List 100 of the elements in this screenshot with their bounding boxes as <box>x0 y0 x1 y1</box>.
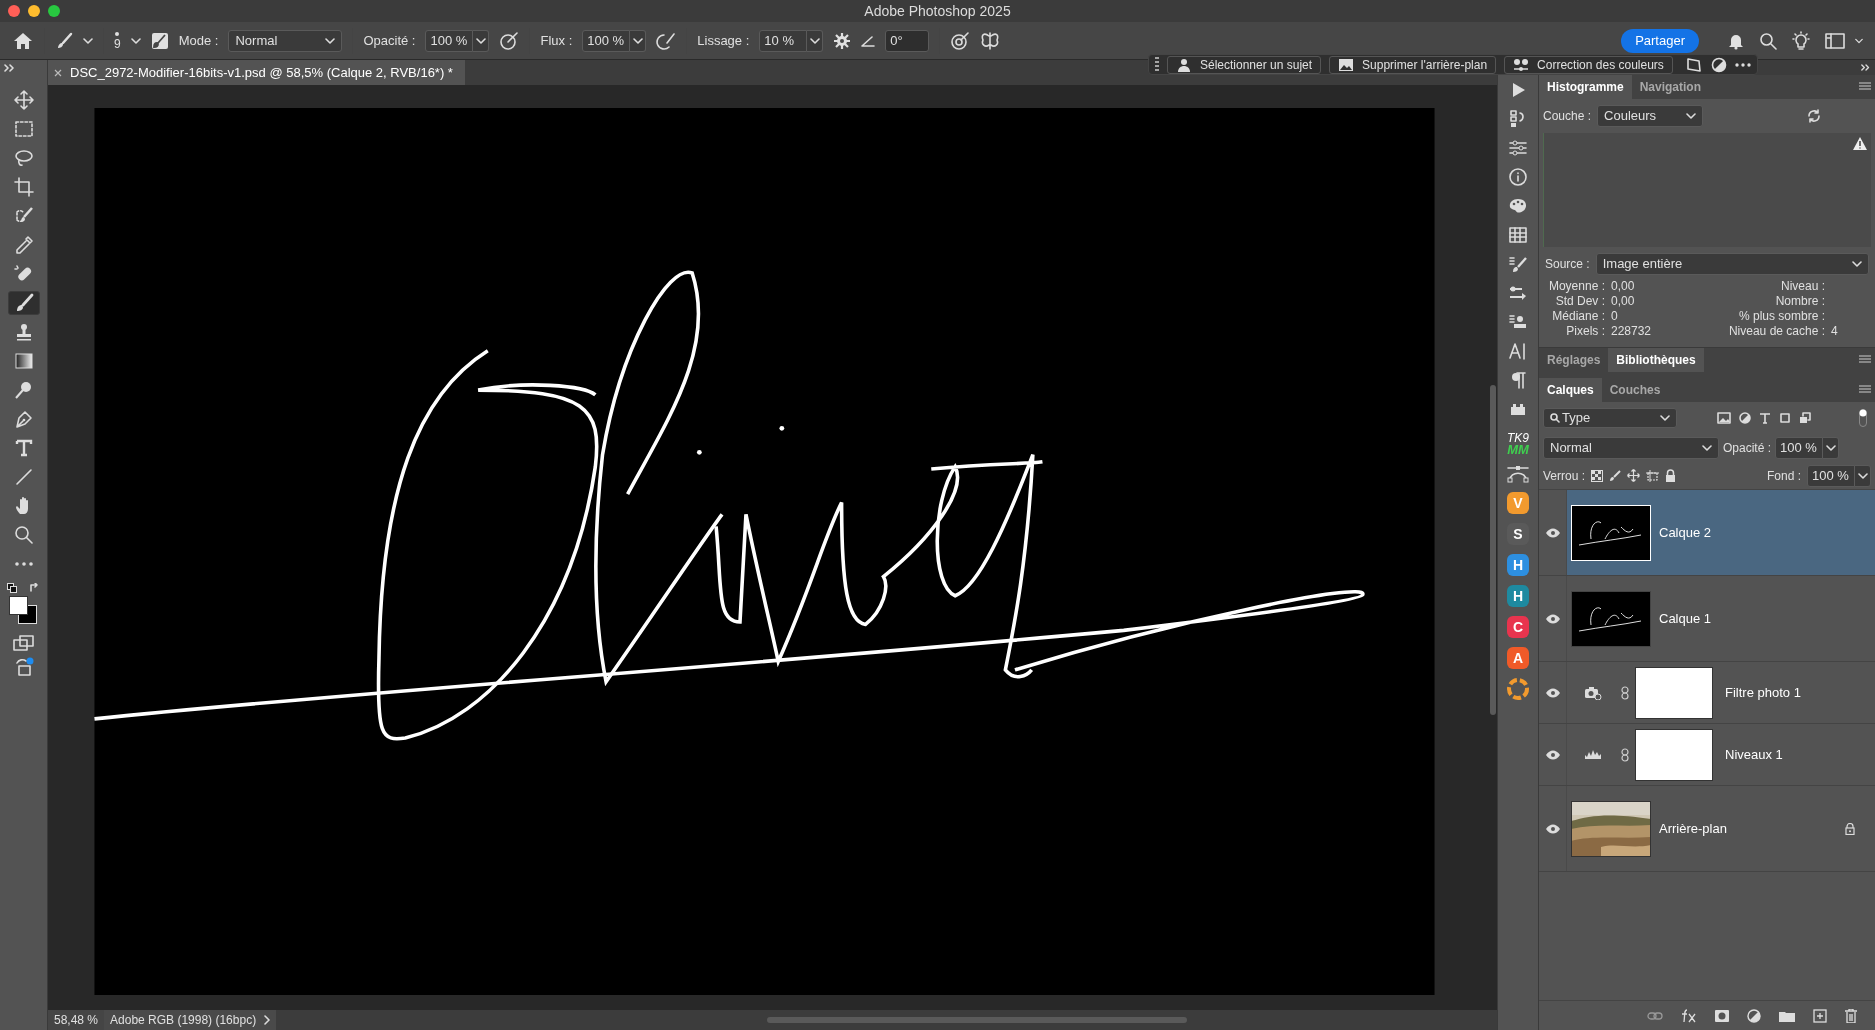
minimize-button[interactable] <box>28 5 40 17</box>
layer-row[interactable]: Calque 2 <box>1539 490 1875 576</box>
eye-icon[interactable] <box>1544 613 1561 624</box>
layer-row[interactable]: Filtre photo 1 <box>1539 662 1875 724</box>
drag-handle-icon[interactable] <box>1155 55 1159 74</box>
shape-filter-icon[interactable] <box>1779 412 1791 424</box>
filter-toggle-icon[interactable] <box>1859 409 1867 427</box>
home-icon[interactable] <box>12 30 34 51</box>
panel-menu-icon[interactable] <box>1859 355 1871 365</box>
layer-mask-thumbnail[interactable] <box>1635 728 1713 781</box>
expand-icon[interactable] <box>4 64 16 72</box>
search-icon[interactable] <box>1759 31 1777 50</box>
pressure-size-icon[interactable] <box>950 30 971 51</box>
lock-pixels-icon[interactable] <box>1591 469 1604 482</box>
angle-field[interactable]: 0° <box>885 29 930 52</box>
layer-mask-icon[interactable] <box>1715 1009 1729 1022</box>
brush-tool[interactable] <box>7 291 40 315</box>
smoothing-field[interactable]: 10 % <box>759 29 808 52</box>
panel-tab[interactable]: Réglages <box>1539 348 1609 372</box>
panel-tab[interactable]: Couches <box>1601 378 1669 402</box>
share-button[interactable]: Partager <box>1621 28 1699 53</box>
lock-all-icon[interactable] <box>1665 469 1677 482</box>
type-filter-icon[interactable] <box>1759 412 1771 424</box>
flow-field[interactable]: 100 % <box>582 29 631 52</box>
lock-artboard-icon[interactable] <box>1646 469 1660 482</box>
plugin-button[interactable]: S <box>1507 523 1529 545</box>
dropdown-button[interactable] <box>1823 437 1840 459</box>
lock-paint-icon[interactable] <box>1609 469 1622 482</box>
pixel-filter-icon[interactable] <box>1717 412 1731 424</box>
symmetry-icon[interactable] <box>980 30 1001 51</box>
brush-icon[interactable] <box>55 31 73 50</box>
zoom-window-button[interactable] <box>48 5 60 17</box>
info-icon[interactable] <box>1508 167 1528 187</box>
lightbulb-icon[interactable] <box>1791 30 1811 51</box>
link-layers-icon[interactable] <box>1647 1011 1663 1020</box>
more-icon[interactable] <box>1734 62 1751 67</box>
brush-settings-icon[interactable] <box>150 31 169 50</box>
mode-dropdown[interactable]: Normal <box>228 29 343 52</box>
brush-presets-icon[interactable] <box>1508 254 1528 274</box>
filter-dropdown[interactable]: Type <box>1543 408 1677 428</box>
fx-icon[interactable] <box>1681 1008 1697 1023</box>
bezier-icon[interactable] <box>1507 465 1529 483</box>
panel-tab[interactable]: Calques <box>1539 378 1602 402</box>
panel-menu-icon[interactable] <box>1859 82 1871 92</box>
layer-row[interactable]: Niveaux 1 <box>1539 724 1875 786</box>
layer-mask-thumbnail[interactable] <box>1635 666 1713 719</box>
plugin-button[interactable]: H <box>1507 585 1529 607</box>
aperture-icon[interactable] <box>1507 678 1529 700</box>
layer-row[interactable]: Arrière-plan <box>1539 786 1875 872</box>
source-dropdown[interactable]: Image entière <box>1595 253 1869 275</box>
fill-field[interactable]: 100 % <box>1807 464 1855 487</box>
task-bar-button[interactable]: Supprimer l'arrière-plan <box>1329 55 1497 74</box>
lock-position-icon[interactable] <box>1627 469 1641 482</box>
scrollbar-thumb[interactable] <box>1490 385 1496 715</box>
folder-icon[interactable] <box>1779 1009 1795 1022</box>
transform-icon[interactable] <box>1684 55 1703 74</box>
adjustment-layer-icon[interactable] <box>1747 1008 1761 1023</box>
default-colors-icon[interactable] <box>6 583 17 593</box>
grid-icon[interactable] <box>1508 225 1528 245</box>
task-bar-button[interactable]: Sélectionner un sujet <box>1167 55 1322 74</box>
layer-row[interactable]: Calque 1 <box>1539 576 1875 662</box>
plugin-button[interactable]: TK9 MM <box>1507 432 1529 456</box>
opacity-field[interactable]: 100 % <box>425 29 474 52</box>
channel-dropdown[interactable]: Couleurs <box>1597 105 1704 127</box>
eye-icon[interactable] <box>1544 687 1561 698</box>
task-bar-button[interactable]: Correction des couleurs <box>1504 55 1673 74</box>
plugin-button[interactable]: C <box>1507 616 1529 638</box>
swap-colors-icon[interactable] <box>28 583 39 593</box>
adjustment-filter-icon[interactable] <box>1739 412 1751 424</box>
pressure-opacity-icon[interactable] <box>499 30 520 51</box>
eye-icon[interactable] <box>1544 527 1561 538</box>
dropdown-button[interactable] <box>473 29 490 52</box>
scrollbar-thumb[interactable] <box>766 1017 1187 1023</box>
eye-icon[interactable] <box>1544 749 1561 760</box>
new-layer-icon[interactable] <box>1813 1008 1827 1023</box>
character-icon[interactable] <box>1508 341 1528 361</box>
brush-size-button[interactable]: 9 <box>114 32 121 49</box>
workspace-icon[interactable] <box>1825 32 1845 49</box>
panel-tab[interactable]: Bibliothèques <box>1608 348 1704 372</box>
document-tab[interactable]: DSC_2972-Modifier-16bits-v1.psd @ 58,5% (Calque 2, RVB/16*) * <box>48 60 465 85</box>
panel-tab[interactable]: Histogramme <box>1539 75 1632 99</box>
eye-icon[interactable] <box>1544 823 1561 834</box>
close-icon[interactable] <box>54 68 62 77</box>
document-info-button[interactable]: Adobe RGB (1998) (16bpc) <box>104 1010 277 1030</box>
dropdown-button[interactable] <box>630 29 647 52</box>
screen-mode-icon[interactable] <box>12 634 35 652</box>
panel-tab[interactable]: Navigation <box>1631 75 1710 99</box>
trash-icon[interactable] <box>1845 1008 1857 1023</box>
collapse-icon[interactable] <box>1861 64 1871 71</box>
dropdown-button[interactable] <box>1855 464 1871 487</box>
settings-icon[interactable] <box>833 31 852 50</box>
panel-menu-icon[interactable] <box>1859 385 1871 395</box>
smart-object-filter-icon[interactable] <box>1799 412 1811 424</box>
contrast-icon[interactable] <box>1710 56 1727 73</box>
dropdown-button[interactable] <box>807 29 824 52</box>
airbrush-icon[interactable] <box>656 30 677 51</box>
close-window-button[interactable] <box>8 5 20 17</box>
sliders-icon[interactable] <box>1508 138 1528 158</box>
color-swatches-drawing[interactable] <box>8 596 37 624</box>
blend-mode-dropdown[interactable]: Normal <box>1543 437 1719 459</box>
